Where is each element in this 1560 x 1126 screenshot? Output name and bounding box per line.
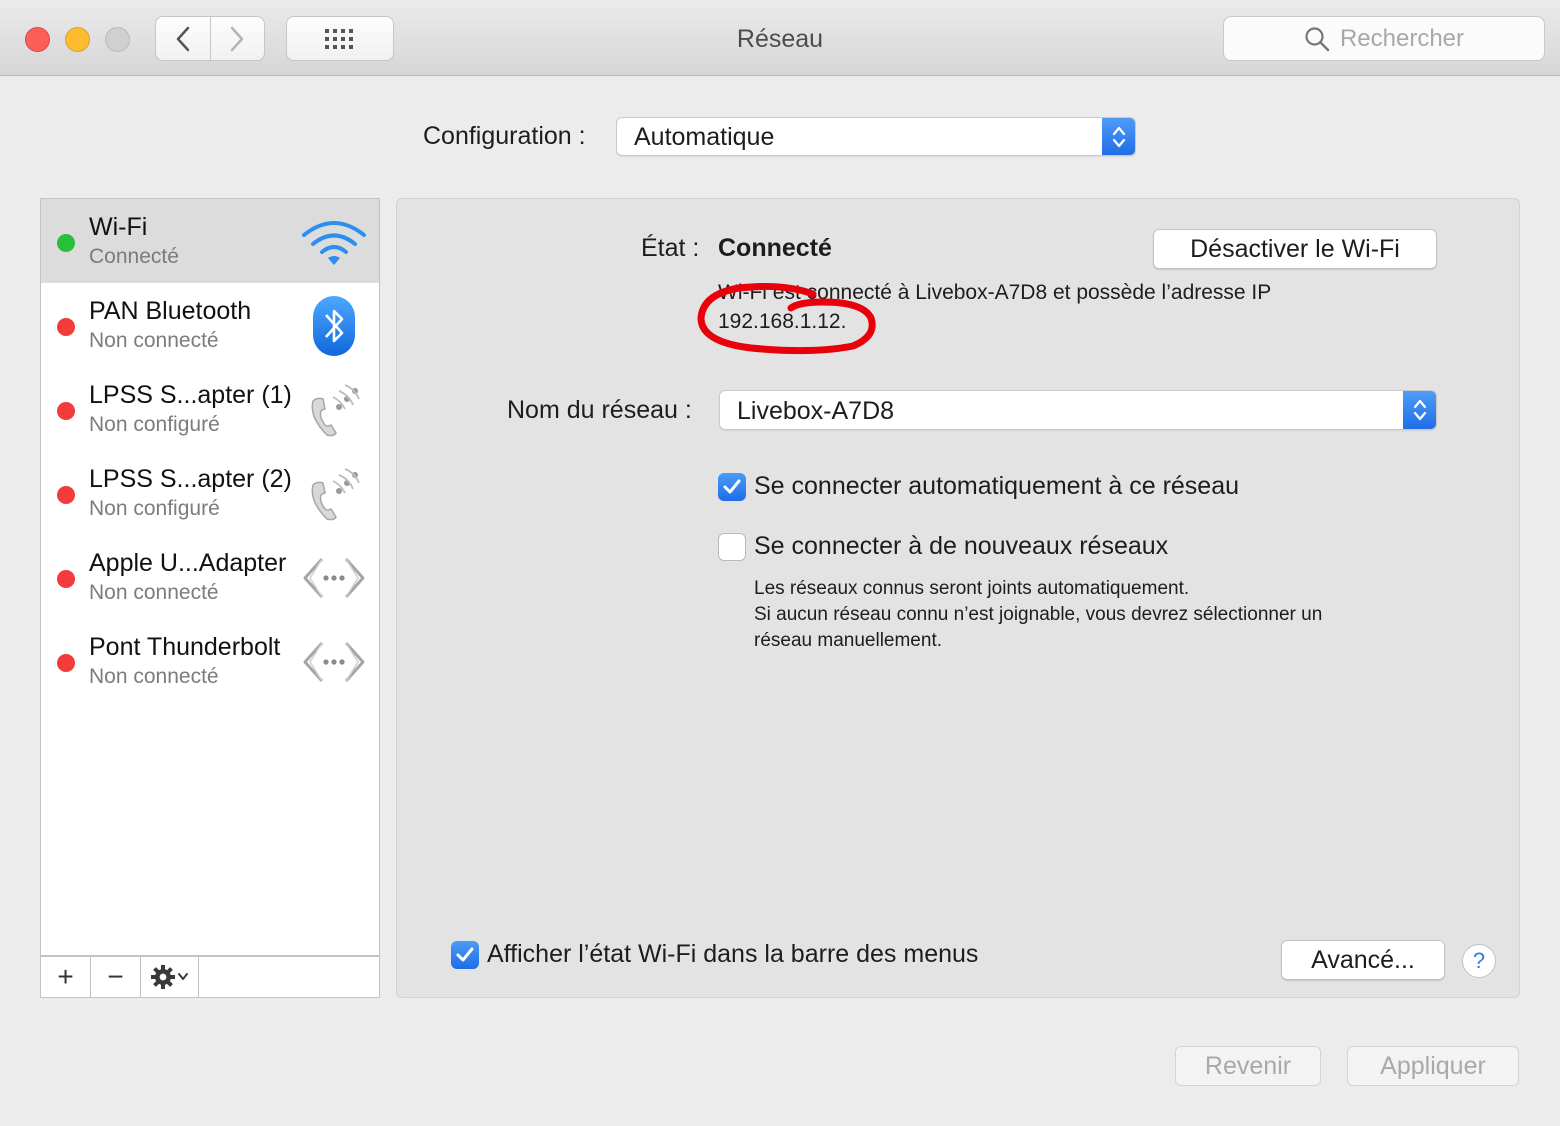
help-text-line: Si aucun réseau connu n’est joignable, v… [754,604,1323,625]
revert-button[interactable]: Revenir [1175,1046,1321,1086]
help-text-line: Les réseaux connus seront joints automat… [754,578,1190,599]
service-status: Connecté [89,245,179,268]
add-service-button[interactable]: + [41,957,91,997]
gear-icon [150,965,188,989]
show-wifi-in-menubar-label[interactable]: Afficher l’état Wi-Fi dans la barre des … [487,940,978,969]
ethernet-icon [301,547,367,609]
help-button[interactable]: ? [1462,944,1496,978]
configuration-label: Configuration : [423,122,586,150]
status-dot-connected [57,234,75,252]
status-label: État : [641,234,700,262]
turn-wifi-off-button[interactable]: Désactiver le Wi-Fi [1153,229,1437,269]
action-menu-button[interactable] [141,957,199,997]
network-name-value: Livebox-A7D8 [737,397,895,425]
checkmark-icon [723,479,741,494]
auto-join-label[interactable]: Se connecter automatiquement à ce réseau [754,472,1239,501]
bluetooth-icon [301,295,367,357]
apply-button[interactable]: Appliquer [1347,1046,1519,1086]
network-name-label: Nom du réseau : [507,396,692,424]
service-item-thunderbolt-bridge[interactable]: Pont Thunderbolt Non connecté [41,619,379,703]
ethernet-icon [301,631,367,693]
service-name: LPSS S...apter (2) [89,465,292,493]
ask-new-networks-help: Les réseaux connus seront joints automat… [754,576,1322,654]
service-item-lpss-1[interactable]: LPSS S...apter (1) Non configuré [41,367,379,451]
service-status: Non configuré [89,413,220,436]
network-name-popup[interactable]: Livebox-A7D8 [719,390,1437,430]
service-name: PAN Bluetooth [89,297,252,325]
service-item-lpss-2[interactable]: LPSS S...apter (2) Non configuré [41,451,379,535]
ask-new-networks-checkbox[interactable] [718,533,746,561]
phone-icon [301,463,367,525]
popup-arrows-icon [1102,118,1135,155]
search-field[interactable]: Rechercher [1223,16,1545,61]
service-item-apple-usb-adapter[interactable]: Apple U...Adapter Non connecté [41,535,379,619]
search-placeholder: Rechercher [1339,24,1465,52]
status-dot-disconnected [57,486,75,504]
service-name: Wi-Fi [89,213,148,241]
red-circle-annotation [697,282,876,355]
service-name: Apple U...Adapter [89,549,287,577]
service-item-pan-bluetooth[interactable]: PAN Bluetooth Non connecté [41,283,379,367]
service-name: LPSS S...apter (1) [89,381,292,409]
configuration-value: Automatique [634,123,775,151]
service-status: Non connecté [89,665,219,688]
service-status: Non connecté [89,581,219,604]
service-list[interactable]: Wi-Fi Connecté PAN Bluetooth Non connect… [40,198,380,956]
status-dot-disconnected [57,654,75,672]
show-wifi-in-menubar-checkbox[interactable] [451,941,479,969]
status-value: Connecté [718,234,832,262]
help-text-line: réseau manuellement. [754,630,942,651]
remove-service-button[interactable]: − [91,957,141,997]
phone-icon [301,379,367,441]
wifi-icon [301,211,367,273]
search-icon [1305,26,1330,51]
service-status: Non configuré [89,497,220,520]
service-list-toolbar: + − [40,956,380,998]
configuration-popup[interactable]: Automatique [616,117,1136,156]
status-dot-disconnected [57,570,75,588]
auto-join-checkbox[interactable] [718,473,746,501]
service-name: Pont Thunderbolt [89,633,281,661]
popup-arrows-icon [1403,391,1436,429]
ask-new-networks-label[interactable]: Se connecter à de nouveaux réseaux [754,532,1168,561]
service-status: Non connecté [89,329,219,352]
status-dot-disconnected [57,402,75,420]
title-bar: Réseau Rechercher [0,0,1560,76]
service-item-wifi[interactable]: Wi-Fi Connecté [41,199,379,283]
checkmark-icon [456,947,474,962]
status-dot-disconnected [57,318,75,336]
advanced-button[interactable]: Avancé... [1281,940,1445,980]
